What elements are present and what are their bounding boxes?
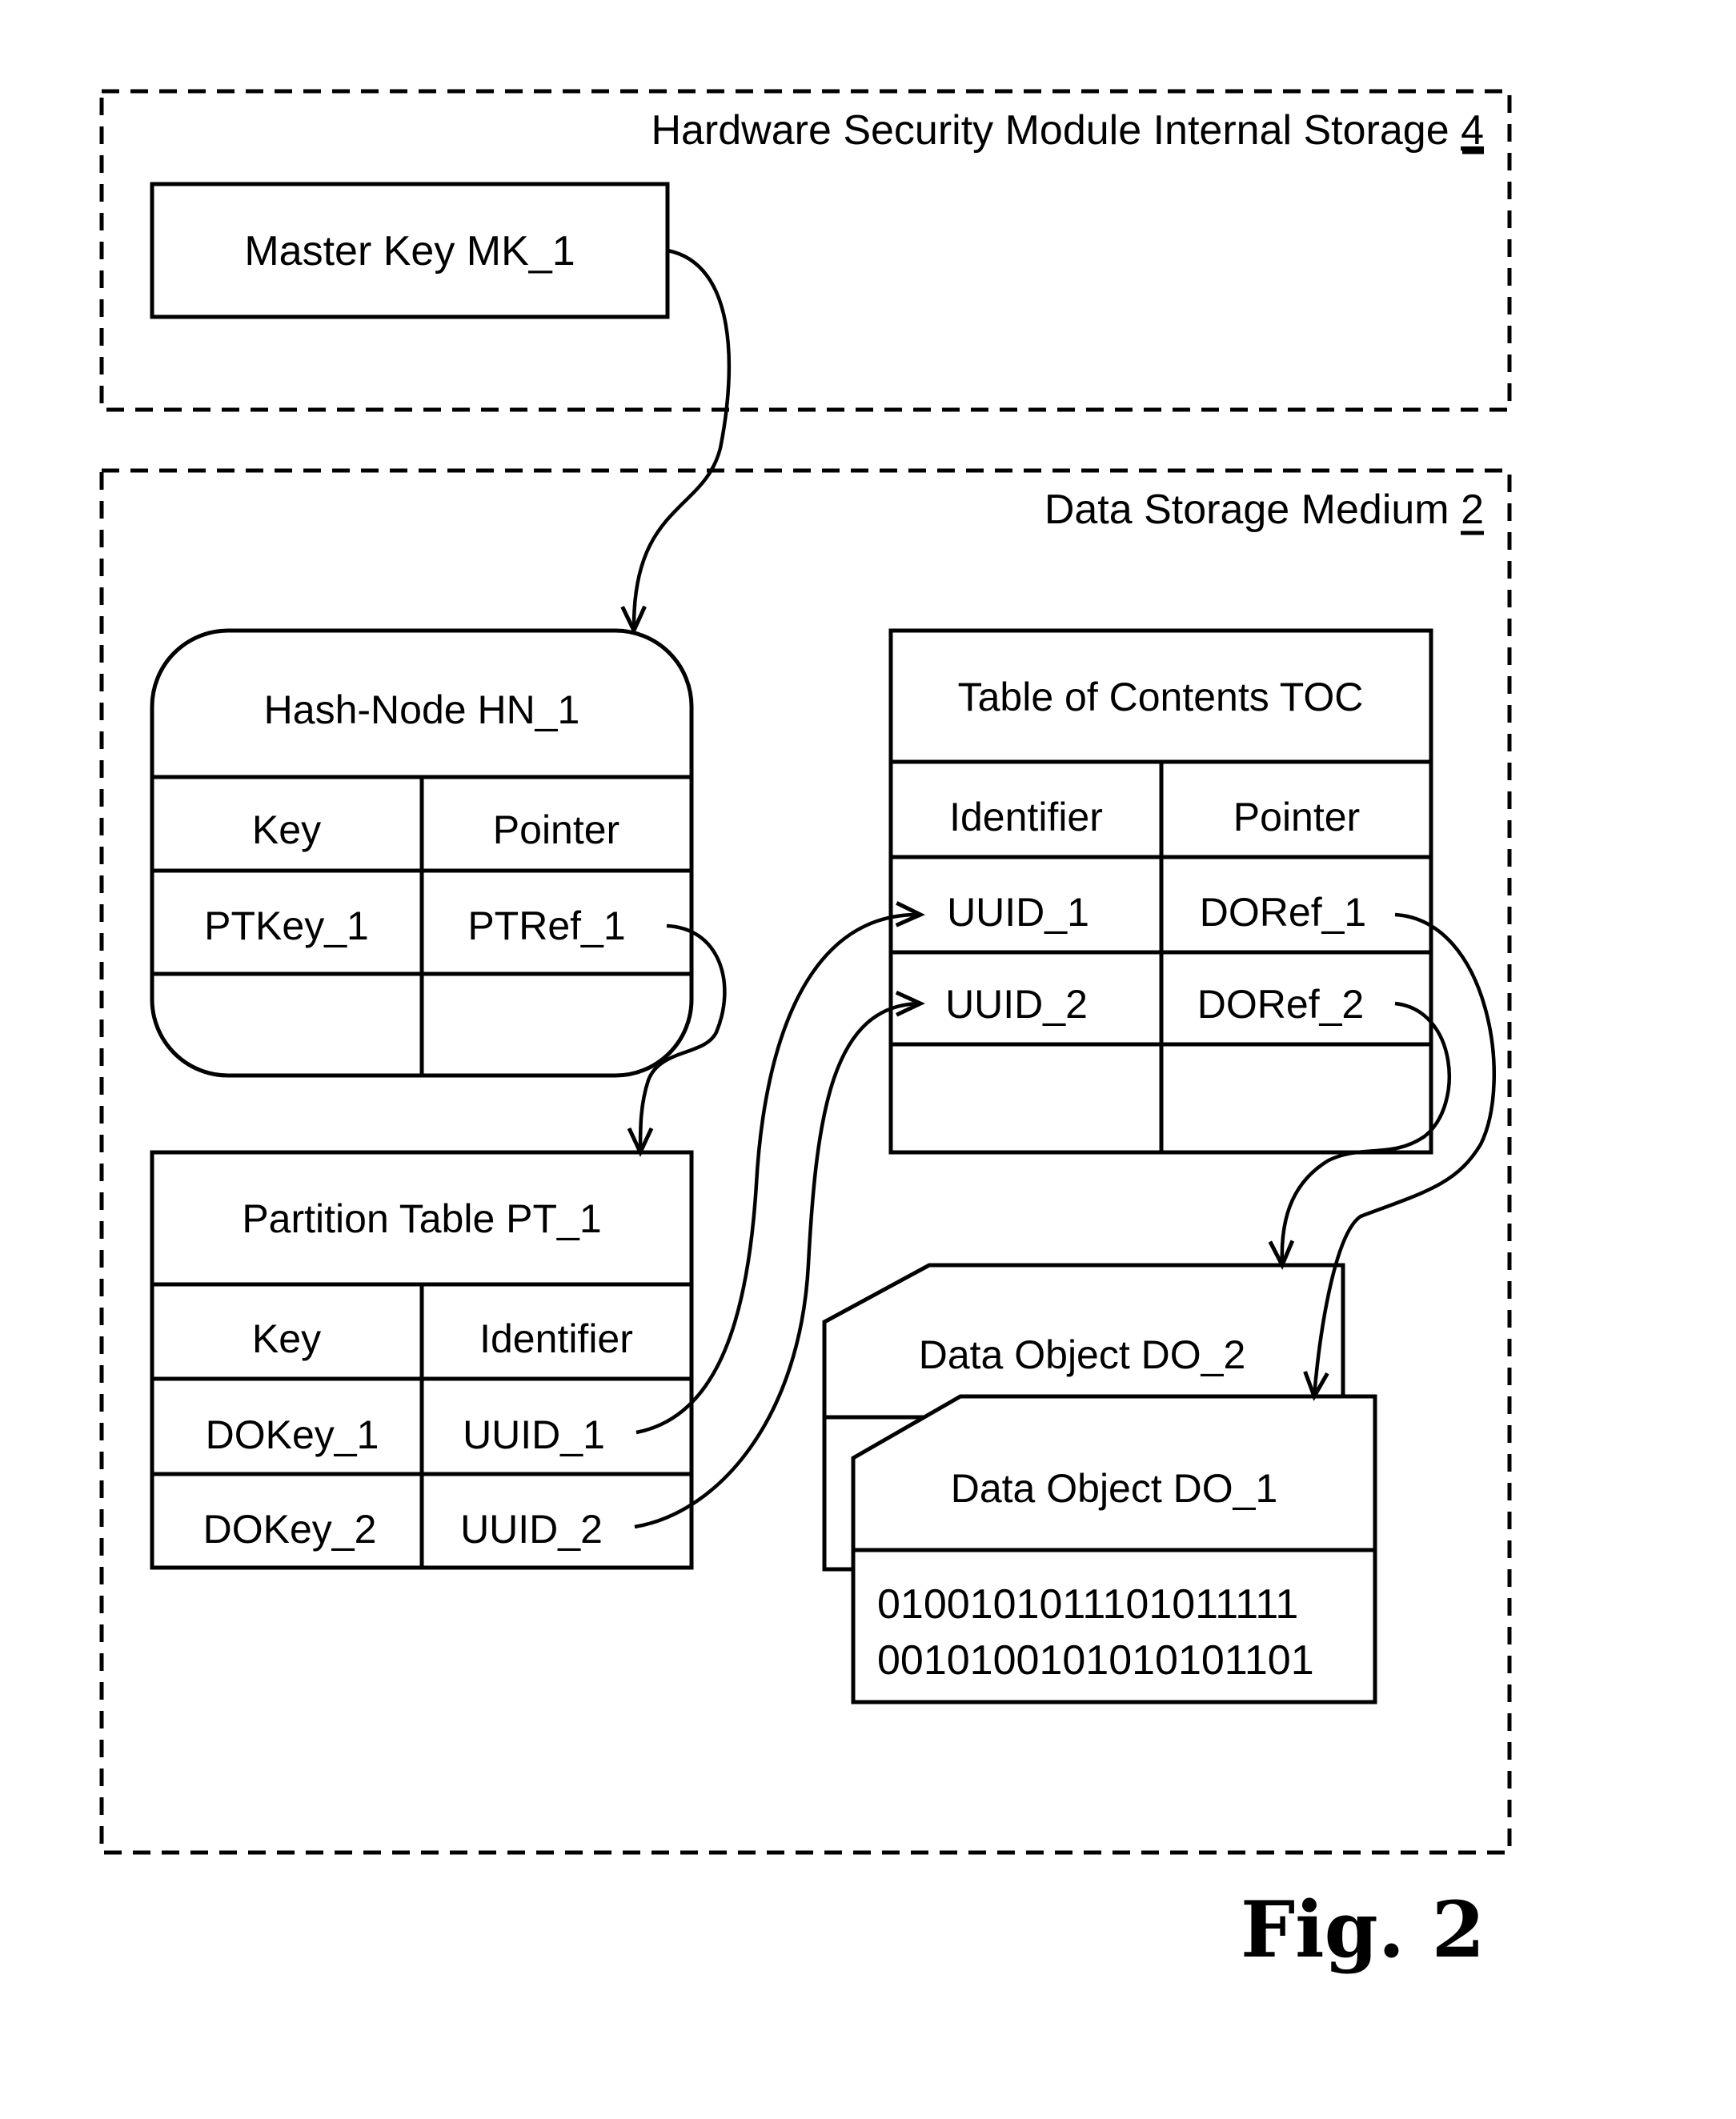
toc-row1-identifier: UUID_1 [947,890,1089,935]
data-object-1-title: Data Object DO_1 [951,1466,1278,1511]
partition-table-title: Partition Table PT_1 [242,1196,601,1241]
data-object-1-content-line1: 0100101011101011111 [877,1581,1298,1628]
patent-diagram: Hardware Security Module Internal Storag… [99,89,1512,1975]
toc-header-pointer: Pointer [1233,795,1360,839]
hash-node-cell-pointer: PTRef_1 [467,903,625,948]
hash-node-header-key: Key [252,807,321,852]
data-object-2-title: Data Object DO_2 [919,1332,1246,1377]
hash-node-header-pointer: Pointer [493,807,619,852]
partition-table: Partition Table PT_1 Key Identifier DOKe… [150,1150,694,1570]
data-object-1-content-line2: 0010100101010101101 [877,1637,1314,1684]
hsm-storage-ref: 4 [1461,107,1484,154]
master-key-label: Master Key MK_1 [244,228,575,274]
partition-table-header-key: Key [252,1316,321,1361]
master-key-box: Master Key MK_1 [150,182,670,319]
partition-table-row1-identifier: UUID_1 [463,1412,605,1457]
partition-table-row2-key: DOKey_2 [203,1507,377,1552]
figure-label: Fig. 2 [1241,1885,1485,1975]
data-object-1: Data Object DO_1 0100101011101011111 001… [851,1394,1377,1704]
toc-row2-pointer: DORef_2 [1197,982,1364,1027]
hash-node-cell-key: PTKey_1 [204,903,369,948]
toc-row1-pointer: DORef_1 [1200,890,1366,935]
hash-node-title: Hash-Node HN_1 [264,687,580,732]
toc-header-identifier: Identifier [949,795,1103,839]
toc-title: Table of Contents TOC [958,675,1364,719]
partition-table-header-identifier: Identifier [479,1316,633,1361]
toc-table: Table of Contents TOC Identifier Pointer… [888,628,1433,1155]
partition-table-row2-identifier: UUID_2 [460,1507,603,1552]
toc-row2-identifier: UUID_2 [945,982,1088,1027]
data-storage-ref: 2 [1461,487,1484,533]
data-storage-label: Data Storage Medium 2 [1044,487,1484,533]
partition-table-row1-key: DOKey_1 [206,1412,379,1457]
hsm-storage-label: Hardware Security Module Internal Storag… [651,107,1484,154]
hsm-storage-region: Hardware Security Module Internal Storag… [99,89,1512,412]
hash-node-table: Hash-Node HN_1 Key Pointer PTKey_1 PTRef… [150,628,694,1078]
